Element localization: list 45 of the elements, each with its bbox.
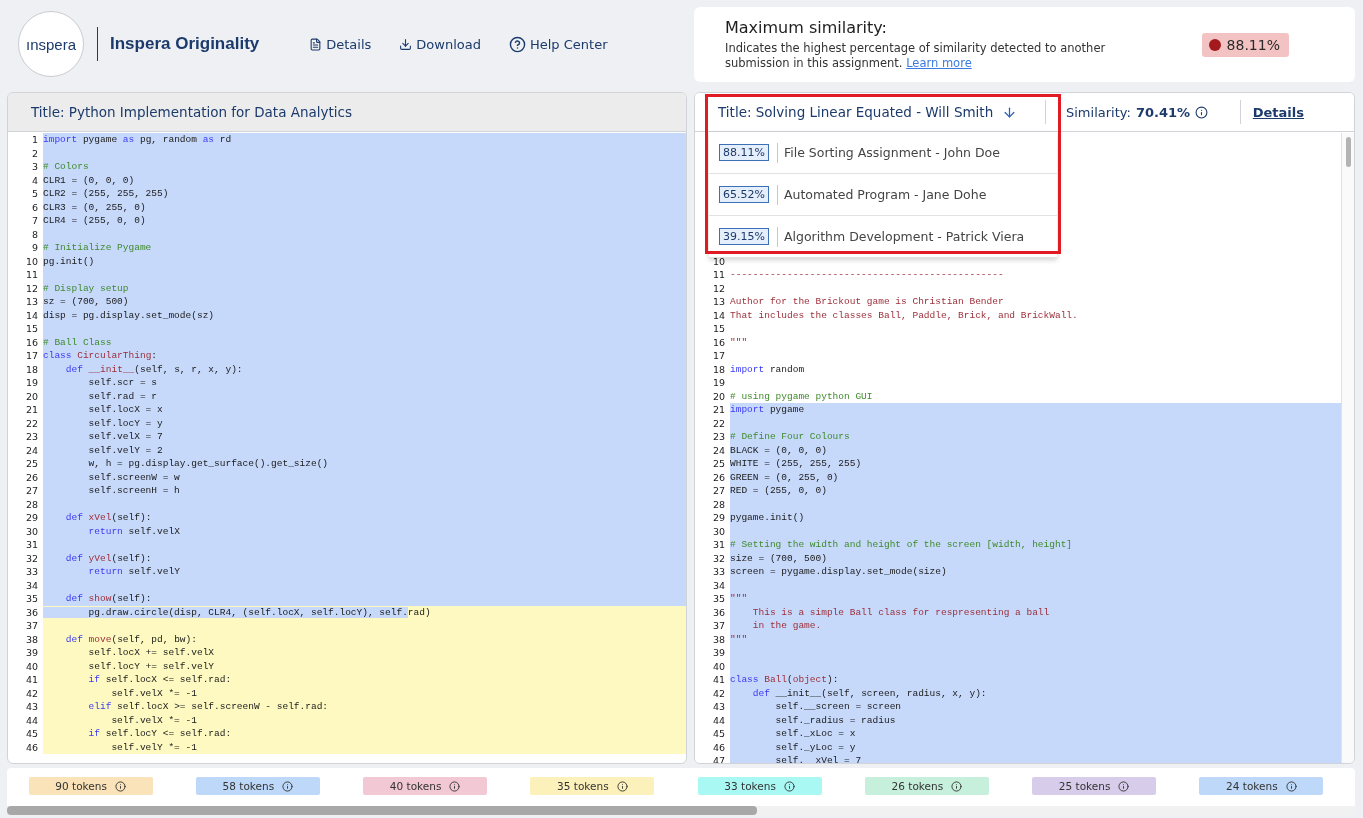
scrollbar[interactable]: [1341, 133, 1354, 763]
similarity-label: Similarity: 70.41%: [1046, 104, 1229, 120]
info-icon: [282, 780, 294, 792]
nav-link[interactable]: Help Center: [508, 35, 608, 53]
card-description: Indicates the highest percentage of similarity detected to another submission in this assignment. Learn more: [725, 41, 1107, 71]
token-chip[interactable]: 33 tokens: [697, 777, 822, 795]
percent-badge: 65.52%: [719, 186, 769, 203]
similarity-badge: 88.11%: [1201, 32, 1289, 57]
nav-link[interactable]: Details: [309, 36, 372, 52]
scrollbar[interactable]: [7, 806, 1355, 815]
product-name: Inspera Originality: [110, 34, 260, 54]
status-dot: [1208, 38, 1221, 51]
percent-badge: 39.15%: [719, 228, 769, 245]
help-icon: [508, 35, 526, 53]
info-icon: [1118, 780, 1130, 792]
download-icon: [399, 37, 413, 51]
menu-item[interactable]: 88.11% File Sorting Assignment - John Doe: [709, 132, 1057, 174]
submission-title: Automated Program - Jane Dohe: [783, 187, 987, 202]
card-title: Maximum similarity:: [725, 18, 888, 37]
document-icon: [309, 37, 323, 51]
learn-more-link[interactable]: Learn more: [906, 56, 972, 70]
token-chip[interactable]: 25 tokens: [1032, 777, 1157, 795]
info-icon: [616, 780, 628, 792]
menu-item[interactable]: 39.15% Algorithm Development - Patrick Viera: [709, 216, 1057, 258]
nav-link[interactable]: Download: [399, 36, 481, 52]
info-icon: [783, 780, 795, 792]
token-chip[interactable]: 40 tokens: [363, 777, 488, 795]
info-icon: [1285, 780, 1297, 792]
menu-item[interactable]: 65.52% Automated Program - Jane Dohe: [709, 174, 1057, 216]
token-chip[interactable]: 24 tokens: [1199, 777, 1324, 795]
submission-title: File Sorting Assignment - John Doe: [783, 145, 1000, 160]
token-chip[interactable]: 26 tokens: [864, 777, 989, 795]
info-icon: [951, 780, 963, 792]
token-chip[interactable]: 90 tokens: [28, 777, 153, 795]
details-link[interactable]: Details: [1252, 104, 1304, 120]
info-icon[interactable]: [1195, 105, 1209, 119]
submission-title: Algorithm Development - Patrick Viera: [783, 229, 1025, 244]
token-chip[interactable]: 58 tokens: [195, 777, 320, 795]
info-icon: [449, 780, 461, 792]
percent-badge: 88.11%: [719, 144, 769, 161]
info-icon: [114, 780, 126, 792]
logo: ınspera: [18, 11, 84, 77]
panel-header: Title: Python Implementation for Data Analytics: [8, 93, 686, 132]
token-chip[interactable]: 35 tokens: [530, 777, 655, 795]
arrow-down-icon: [1002, 104, 1017, 120]
